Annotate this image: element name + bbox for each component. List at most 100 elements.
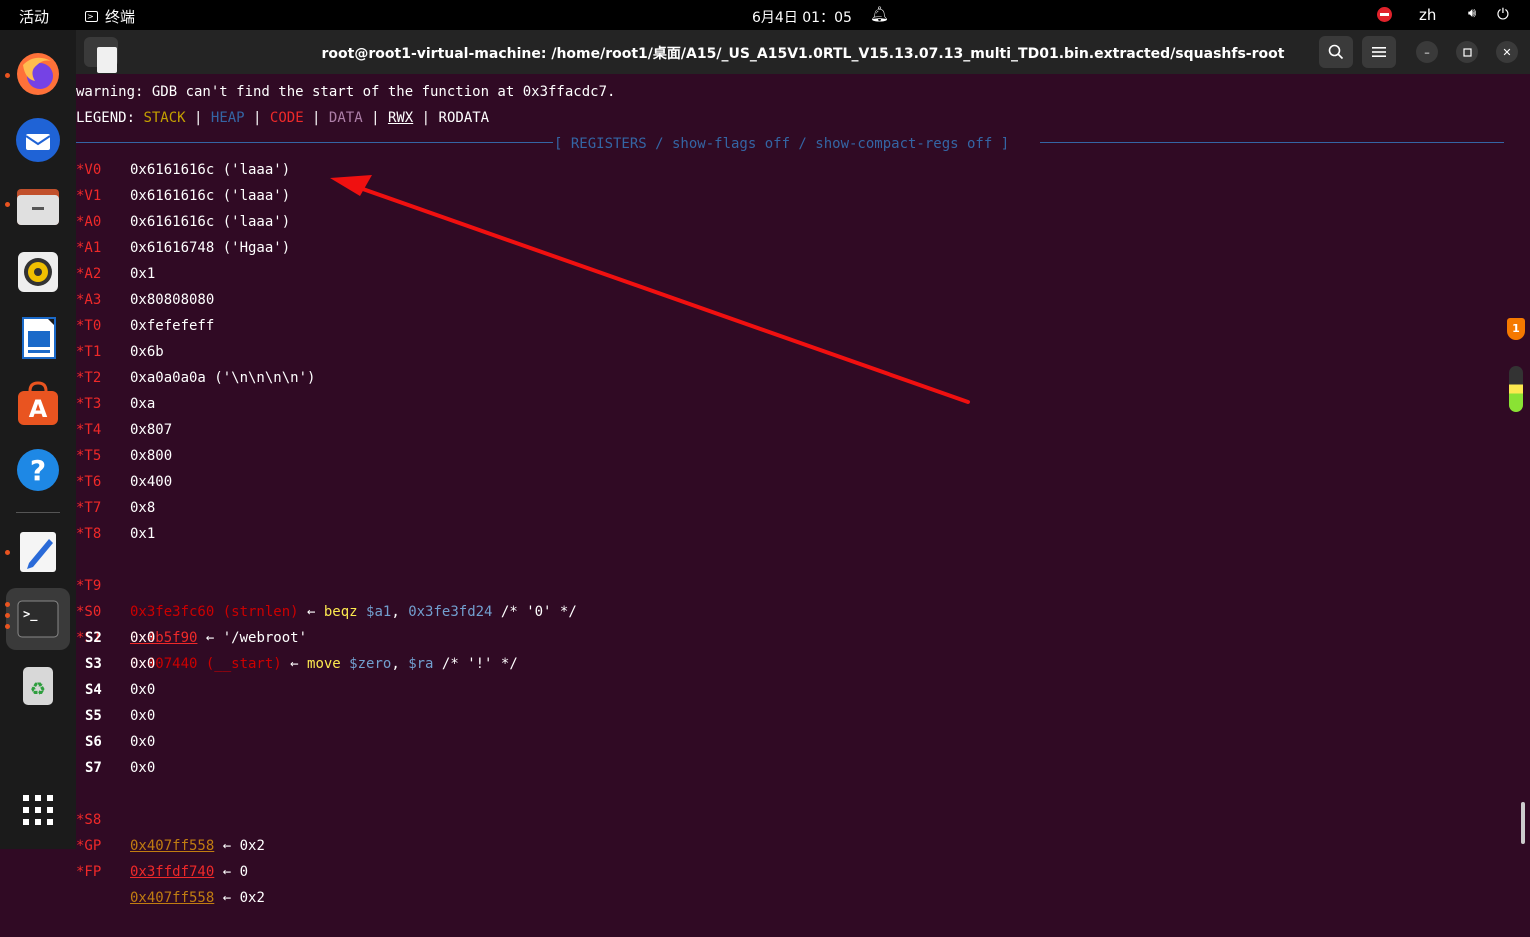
legend-data: DATA <box>328 110 363 126</box>
string-value: '/webroot' <box>222 630 308 646</box>
svg-text:>_: >_ <box>23 607 38 622</box>
legend-sep: | <box>362 110 388 126</box>
search-icon <box>1328 44 1344 60</box>
register-value: 0xa0a0a0a ('\n\n\n\n') <box>130 370 316 386</box>
register-name: *V1 <box>76 188 102 204</box>
app-indicator[interactable]: > 终端 <box>85 6 135 27</box>
register-value: 0x80808080 <box>130 292 215 308</box>
activities-button[interactable]: 活动 <box>19 6 49 27</box>
hamburger-icon <box>1372 47 1386 57</box>
legend-rwx: RWX <box>387 110 414 126</box>
register-name: S2 <box>85 630 102 646</box>
register-value: 0x1 <box>130 526 156 542</box>
register-name: *T7 <box>76 500 102 516</box>
register-row-fp: *FP 0x407ff558 ← 0x2 <box>76 833 265 906</box>
register-value: 0x0 <box>130 682 156 698</box>
thunderbird-icon[interactable] <box>14 116 62 164</box>
legend-sep: | <box>413 110 439 126</box>
register-name: *V0 <box>76 162 102 178</box>
files-icon[interactable] <box>14 182 62 230</box>
instruction-target: 0x3fe3fd24 <box>408 604 493 620</box>
register-row-s1: *S1 0x407440 (__start) ← move $zero, $ra… <box>76 599 518 672</box>
register-value: 0x0 <box>130 734 156 750</box>
menu-button[interactable] <box>1362 36 1396 68</box>
deref-arrow: ← <box>214 890 240 906</box>
register-value: 0x61616748 ('Hgaa') <box>130 240 291 256</box>
register-name: *A2 <box>76 266 102 282</box>
register-name: S6 <box>85 734 102 750</box>
legend-sep: | <box>303 110 329 126</box>
legend-heap: HEAP <box>210 110 245 126</box>
register-row-s0: *S0 0x4b5f90 ← '/webroot' <box>76 573 307 646</box>
app-name: 终端 <box>105 8 136 26</box>
maximize-button[interactable] <box>1456 41 1478 63</box>
terminal-header-bar: root@root1-virtual-machine: /home/root1/… <box>76 30 1530 74</box>
register-value: 0x0 <box>130 656 156 672</box>
running-indicator <box>5 602 10 607</box>
register-value: 0x0 <box>130 708 156 724</box>
search-button[interactable] <box>1319 36 1353 68</box>
legend-rodata: RODATA <box>438 110 490 126</box>
register-name: *T4 <box>76 422 102 438</box>
input-method-indicator[interactable]: zh <box>1419 6 1436 24</box>
restore-icon <box>1462 47 1472 57</box>
rhythmbox-icon[interactable] <box>14 248 62 296</box>
terminal-right-margin <box>1504 74 1530 849</box>
register-name: *A1 <box>76 240 102 256</box>
comma: , <box>391 656 409 672</box>
deref-arrow: ← <box>281 656 308 672</box>
help-icon[interactable]: ? <box>14 446 62 494</box>
header-rule-left <box>76 142 553 143</box>
register-name: *A3 <box>76 292 102 308</box>
svg-text:A: A <box>29 395 48 423</box>
header-rule-right <box>1040 142 1516 143</box>
clock[interactable]: 6月4日 01：05 <box>752 7 852 27</box>
running-indicator <box>5 613 10 618</box>
svg-text:♻: ♻ <box>30 679 46 700</box>
register-value: 0x6161616c ('laaa') <box>130 188 291 204</box>
register-value: 0xa <box>130 396 156 412</box>
register-name: *T3 <box>76 396 102 412</box>
show-apps-icon[interactable] <box>14 786 62 834</box>
deref-arrow: ← <box>197 630 223 646</box>
instruction-reg: $ra <box>408 656 434 672</box>
volume-icon[interactable]: 🔊︎ <box>1468 6 1476 21</box>
instruction-comment: /* '0' */ <box>492 604 577 620</box>
register-value: 0x1 <box>130 266 156 282</box>
firefox-icon[interactable] <box>14 50 62 98</box>
app-center-icon[interactable]: A <box>14 380 62 428</box>
register-value: 0x8 <box>130 500 156 516</box>
text-editor-icon[interactable] <box>14 528 62 576</box>
power-icon[interactable]: ⏻ <box>1497 5 1509 23</box>
close-button[interactable]: ✕ <box>1496 41 1518 63</box>
legend-line: LEGEND: STACK | HEAP | CODE | DATA | RWX… <box>76 105 489 131</box>
register-address: 0x3ffdf740 <box>130 864 215 880</box>
deref-arrow: ← <box>214 864 240 880</box>
register-value: 0x400 <box>130 474 173 490</box>
scrollbar-thumb[interactable] <box>1521 802 1525 844</box>
register-value: 0x6161616c ('laaa') <box>130 214 291 230</box>
deref-arrow: ← <box>298 604 324 620</box>
legend-sep: | <box>185 110 211 126</box>
writer-icon[interactable] <box>14 314 62 362</box>
security-shield-icon[interactable]: 1 <box>1507 318 1525 340</box>
terminal-icon[interactable]: >_ <box>6 588 70 650</box>
register-value: 0x6b <box>130 344 164 360</box>
trash-icon[interactable]: ♻ <box>14 662 62 710</box>
legend-sep: | <box>244 110 270 126</box>
register-value: 0x0 <box>130 760 156 776</box>
recording-indicator-icon[interactable] <box>1377 7 1392 22</box>
register-value: 0x6161616c ('laaa') <box>130 162 291 178</box>
dock-separator <box>16 512 60 513</box>
terminal-small-icon: > <box>85 11 98 22</box>
running-indicator <box>5 624 10 629</box>
top-bar: 活动 > 终端 6月4日 01：05 🔔︎ zh 🔊︎ ⏻ <box>0 0 1530 30</box>
register-value: 0x0 <box>130 630 156 646</box>
running-indicator <box>5 73 10 78</box>
deref-value: 0 <box>239 864 249 880</box>
terminal-output[interactable]: warning: GDB can't find the start of the… <box>76 74 1516 906</box>
deref-arrow: ← <box>214 838 240 854</box>
instruction-reg: $a1 <box>366 604 392 620</box>
minimize-button[interactable]: – <box>1416 41 1438 63</box>
register-address: 0x3fe3fc60 (strnlen) <box>130 604 299 620</box>
